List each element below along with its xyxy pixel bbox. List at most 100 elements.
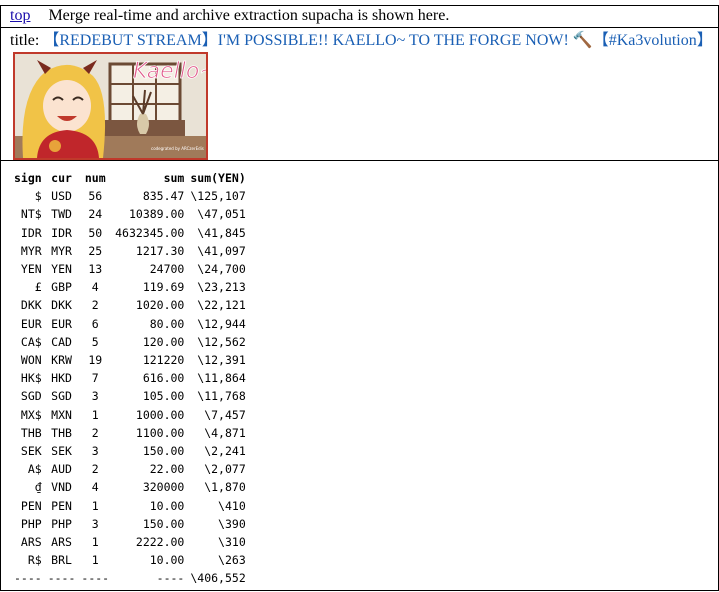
cell-cur: ARS bbox=[51, 535, 72, 550]
table-row: EUR EUR 6 80.00 \12,944 bbox=[11, 315, 249, 333]
cell-sum-yen: \47,051 bbox=[197, 207, 246, 222]
cell-num: 7 bbox=[91, 371, 99, 386]
table-row: DKK DKK 2 1020.00 \22,121 bbox=[11, 296, 249, 314]
col-num: num bbox=[84, 171, 106, 185]
cell-cur: EUR bbox=[51, 316, 72, 331]
title-line: title: 【REDEBUT STREAM】I'M POSSIBLE!! KA… bbox=[10, 31, 713, 51]
table-total-row: ---- ---- ---- ---- \406,552 bbox=[11, 569, 249, 587]
cell-sum-yen: \1,870 bbox=[204, 480, 246, 495]
cell-sign: ARS bbox=[20, 535, 42, 550]
thumbnail-name-text: Kaello~ bbox=[133, 59, 206, 84]
cell-cur: GBP bbox=[51, 280, 72, 295]
table-row: A$ AUD 2 22.00 \2,077 bbox=[11, 460, 249, 478]
cell-cur: IDR bbox=[51, 225, 72, 240]
cell-num: 13 bbox=[88, 262, 103, 277]
cell-sign: A$ bbox=[27, 462, 42, 477]
cell-num: 1 bbox=[91, 553, 99, 568]
cell-num: 1 bbox=[91, 407, 99, 422]
cell-sign: MYR bbox=[20, 243, 42, 258]
cell-sum: 22.00 bbox=[149, 462, 185, 477]
cell-cur: YEN bbox=[51, 262, 72, 277]
cell-cur: SEK bbox=[51, 444, 72, 459]
table-row: $ USD 56 835.47 \125,107 bbox=[11, 187, 249, 205]
table-row: WON KRW 19 121220 \12,391 bbox=[11, 351, 249, 369]
cell-sum-yen: \263 bbox=[218, 553, 246, 568]
cell-sum: 1100.00 bbox=[135, 425, 185, 440]
cell-sum: 121220 bbox=[142, 353, 185, 368]
cell-sign: NT$ bbox=[20, 207, 42, 222]
cell-sum: 105.00 bbox=[142, 389, 185, 404]
cell-sign: ---- bbox=[14, 571, 42, 586]
cell-num: 24 bbox=[88, 207, 103, 222]
cell-sum-yen: \11,864 bbox=[197, 371, 246, 386]
cell-cur: THB bbox=[51, 425, 72, 440]
cell-sum: ---- bbox=[156, 571, 185, 586]
cell-cur: PHP bbox=[51, 516, 72, 531]
top-link[interactable]: top bbox=[10, 7, 30, 24]
cell-cur: ---- bbox=[47, 571, 76, 586]
cell-cur: PEN bbox=[51, 498, 72, 513]
cell-cur: VND bbox=[51, 480, 72, 495]
cell-sum-yen: \390 bbox=[218, 516, 246, 531]
cell-sum: 120.00 bbox=[142, 334, 185, 349]
cell-sign: IDR bbox=[20, 225, 42, 240]
cell-sum-yen: \406,552 bbox=[190, 571, 246, 586]
cell-num: 3 bbox=[91, 444, 99, 459]
table-row: PHP PHP 3 150.00 \390 bbox=[11, 515, 249, 533]
cell-sign: £ bbox=[34, 280, 42, 295]
cell-sign: DKK bbox=[20, 298, 42, 313]
cell-cur: CAD bbox=[51, 334, 72, 349]
cell-num: 6 bbox=[91, 316, 99, 331]
cell-sum-yen: \410 bbox=[218, 498, 246, 513]
cell-num: 19 bbox=[88, 353, 103, 368]
table-row: MX$ MXN 1 1000.00 \7,457 bbox=[11, 406, 249, 424]
cell-num: 2 bbox=[91, 425, 99, 440]
cell-sign: R$ bbox=[27, 553, 42, 568]
cell-cur: AUD bbox=[51, 462, 72, 477]
cell-num: ---- bbox=[81, 571, 110, 586]
stream-title-link[interactable]: 【REDEBUT STREAM】I'M POSSIBLE!! KAELLO~ T… bbox=[43, 32, 712, 49]
table-row: PEN PEN 1 10.00 \410 bbox=[11, 497, 249, 515]
cell-cur: KRW bbox=[51, 353, 72, 368]
stream-info: title: 【REDEBUT STREAM】I'M POSSIBLE!! KA… bbox=[0, 27, 719, 160]
cell-sign: THB bbox=[20, 425, 42, 440]
cell-cur: SGD bbox=[51, 389, 72, 404]
col-sum: sum bbox=[163, 171, 185, 185]
table-row: YEN YEN 13 24700 \24,700 bbox=[11, 260, 249, 278]
cell-sum: 10.00 bbox=[149, 553, 185, 568]
cell-num: 3 bbox=[91, 516, 99, 531]
cell-sum: 1000.00 bbox=[135, 407, 185, 422]
cell-sum: 119.69 bbox=[142, 280, 185, 295]
table-row: NT$ TWD 24 10389.00 \47,051 bbox=[11, 205, 249, 223]
table-row: £ GBP 4 119.69 \23,213 bbox=[11, 278, 249, 296]
cell-sum-yen: \12,391 bbox=[197, 353, 246, 368]
cell-sign: MX$ bbox=[20, 407, 42, 422]
cell-cur: BRL bbox=[51, 553, 72, 568]
cell-sign: CA$ bbox=[20, 334, 42, 349]
supacha-table: sign cur num sum sum(YEN) $ USD 56 835.47 \1… bbox=[11, 169, 249, 588]
cell-sum-yen: \22,121 bbox=[197, 298, 246, 313]
table-row: ARS ARS 1 2222.00 \310 bbox=[11, 533, 249, 551]
table-header-row: sign cur num sum sum(YEN) bbox=[11, 169, 249, 187]
cell-num: 2 bbox=[91, 298, 99, 313]
cell-sum: 150.00 bbox=[142, 444, 185, 459]
cell-sum: 10.00 bbox=[149, 498, 185, 513]
thumbnail-image: Kaello~ codegrated by ARCzerEdis bbox=[15, 54, 206, 158]
cell-sum-yen: \125,107 bbox=[190, 189, 246, 204]
cell-num: 2 bbox=[91, 462, 99, 477]
cell-sum-yen: \12,944 bbox=[197, 316, 246, 331]
cell-sum-yen: \11,768 bbox=[197, 389, 246, 404]
table-row: MYR MYR 25 1217.30 \41,097 bbox=[11, 242, 249, 260]
cell-sign: $ bbox=[34, 189, 42, 204]
cell-num: 1 bbox=[91, 535, 99, 550]
table-row: ₫ VND 4 320000 \1,870 bbox=[11, 478, 249, 496]
cell-sign: EUR bbox=[20, 316, 42, 331]
stream-thumbnail[interactable]: Kaello~ codegrated by ARCzerEdis bbox=[13, 52, 208, 160]
cell-cur: MYR bbox=[51, 243, 72, 258]
cell-sign: SGD bbox=[20, 389, 42, 404]
cell-num: 1 bbox=[91, 498, 99, 513]
table-row: CA$ CAD 5 120.00 \12,562 bbox=[11, 333, 249, 351]
cell-sign: PEN bbox=[20, 498, 42, 513]
cell-sum-yen: \41,097 bbox=[197, 243, 246, 258]
top-bar: top Merge real-time and archive extracti… bbox=[0, 5, 719, 27]
